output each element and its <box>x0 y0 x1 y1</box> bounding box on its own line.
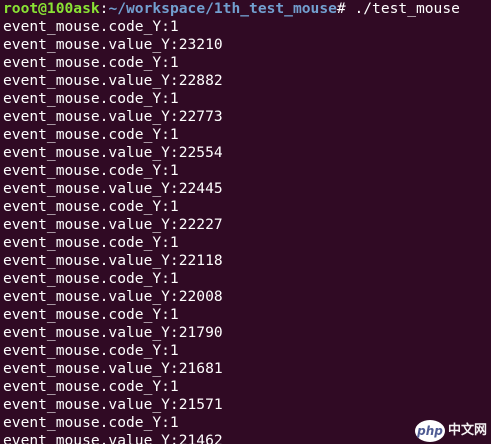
output-line: event_mouse.code_Y:1 <box>3 342 179 359</box>
output-line: event_mouse.value_Y:21790 <box>3 324 223 341</box>
output-line: event_mouse.code_Y:1 <box>3 270 179 287</box>
output-line: event_mouse.value_Y:21681 <box>3 360 223 377</box>
output-line: event_mouse.code_Y:1 <box>3 234 179 251</box>
prompt-user-host: root@100ask <box>3 0 100 17</box>
prompt-command: ./test_mouse <box>354 0 460 17</box>
output-line: event_mouse.value_Y:22118 <box>3 252 223 269</box>
prompt-symbol: # <box>336 0 355 17</box>
output-line: event_mouse.value_Y:22227 <box>3 216 223 233</box>
output-line: event_mouse.code_Y:1 <box>3 54 179 71</box>
output-line: event_mouse.value_Y:22008 <box>3 288 223 305</box>
output-line: event_mouse.code_Y:1 <box>3 378 179 395</box>
terminal-window[interactable]: root@100ask:~/workspace/1th_test_mouse# … <box>0 0 491 444</box>
output-line: event_mouse.code_Y:1 <box>3 306 179 323</box>
watermark: php 中文网 <box>414 420 487 442</box>
output-line: event_mouse.code_Y:1 <box>3 126 179 143</box>
output-line: event_mouse.value_Y:22882 <box>3 72 223 89</box>
output-line: event_mouse.value_Y:21571 <box>3 396 223 413</box>
output-line: event_mouse.value_Y:22445 <box>3 180 223 197</box>
terminal-output: event_mouse.code_Y:1 event_mouse.value_Y:… <box>3 18 491 444</box>
php-logo-icon: php <box>414 420 445 442</box>
prompt-line: root@100ask:~/workspace/1th_test_mouse# … <box>3 0 491 18</box>
output-line: event_mouse.code_Y:1 <box>3 162 179 179</box>
output-line: event_mouse.value_Y:22554 <box>3 144 223 161</box>
prompt-path: ~/workspace/1th_test_mouse <box>108 0 337 17</box>
output-line: event_mouse.code_Y:1 <box>3 90 179 107</box>
output-line: event_mouse.code_Y:1 <box>3 198 179 215</box>
output-line: event_mouse.code_Y:1 <box>3 18 179 35</box>
watermark-text: 中文网 <box>447 423 487 438</box>
output-line: event_mouse.value_Y:22773 <box>3 108 223 125</box>
output-line: event_mouse.value_Y:23210 <box>3 36 223 53</box>
